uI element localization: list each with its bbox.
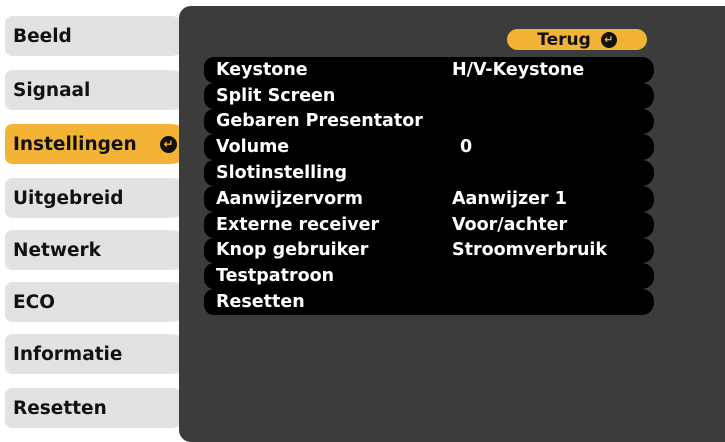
back-button-label: Terug (537, 29, 591, 50)
menu-row-value: Voor/achter (452, 214, 568, 235)
menu-row-label: Keystone (216, 59, 308, 80)
menu-row-testpatroon[interactable]: Testpatroon (204, 263, 654, 290)
menu-row-label: Split Screen (216, 85, 336, 106)
menu-row-split-screen[interactable]: Split Screen (204, 82, 654, 109)
menu-row-value: Stroomverbruik (452, 240, 608, 261)
sidebar-item-label: Uitgebreid (13, 187, 124, 209)
sidebar-item-label: Resetten (13, 397, 107, 419)
sidebar-menu: Beeld Signaal Instellingen ↵ Uitgebreid … (5, 16, 191, 442)
sidebar-item-signaal[interactable]: Signaal (5, 70, 191, 110)
menu-row-value: 0 (460, 137, 473, 158)
menu-row-label: Externe receiver (216, 214, 380, 235)
menu-row-keystone[interactable]: Keystone H/V-Keystone (204, 57, 654, 83)
sidebar-item-label: Netwerk (13, 239, 101, 261)
menu-row-label: Volume (216, 137, 290, 158)
enter-icon: ↵ (600, 31, 617, 48)
sidebar-item-label: Signaal (13, 79, 91, 101)
menu-row-label: Slotinstelling (216, 163, 348, 184)
back-button[interactable]: Terug ↵ (507, 29, 647, 50)
menu-row-label: Knop gebruiker (216, 240, 369, 261)
sidebar-item-label: ECO (13, 291, 55, 313)
settings-list: Keystone H/V-Keystone Split Screen Gebar… (204, 57, 654, 315)
menu-row-gebaren-presentator[interactable]: Gebaren Presentator (204, 108, 654, 135)
menu-row-externe-receiver[interactable]: Externe receiver Voor/achter (204, 211, 654, 238)
menu-row-label: Testpatroon (216, 266, 335, 287)
menu-row-label: Resetten (216, 292, 305, 313)
menu-row-value: Aanwijzer 1 (452, 188, 567, 209)
menu-row-volume[interactable]: Volume 0 (204, 134, 654, 161)
sidebar-item-beeld[interactable]: Beeld (5, 16, 191, 56)
menu-row-slotinstelling[interactable]: Slotinstelling (204, 160, 654, 186)
menu-row-label: Gebaren Presentator (216, 111, 423, 132)
sidebar-item-resetten[interactable]: Resetten (5, 388, 191, 428)
settings-panel: Terug ↵ Keystone H/V-Keystone Split Scre… (179, 6, 725, 442)
sidebar-item-label: Beeld (13, 25, 72, 47)
menu-row-label: Aanwijzervorm (216, 188, 363, 209)
sidebar-item-instellingen[interactable]: Instellingen ↵ (5, 124, 191, 164)
sidebar-item-uitgebreid[interactable]: Uitgebreid (5, 178, 191, 218)
menu-row-knop-gebruiker[interactable]: Knop gebruiker Stroomverbruik (204, 237, 654, 264)
menu-row-aanwijzervorm[interactable]: Aanwijzervorm Aanwijzer 1 (204, 185, 654, 212)
sidebar-item-informatie[interactable]: Informatie (5, 334, 191, 374)
sidebar-item-label: Instellingen (13, 133, 137, 155)
sidebar-item-eco[interactable]: ECO (5, 282, 191, 322)
sidebar-item-label: Informatie (13, 343, 123, 365)
menu-row-value: H/V-Keystone (452, 59, 585, 80)
enter-icon: ↵ (160, 135, 177, 153)
menu-row-resetten[interactable]: Resetten (204, 289, 654, 315)
sidebar-item-netwerk[interactable]: Netwerk (5, 230, 191, 270)
